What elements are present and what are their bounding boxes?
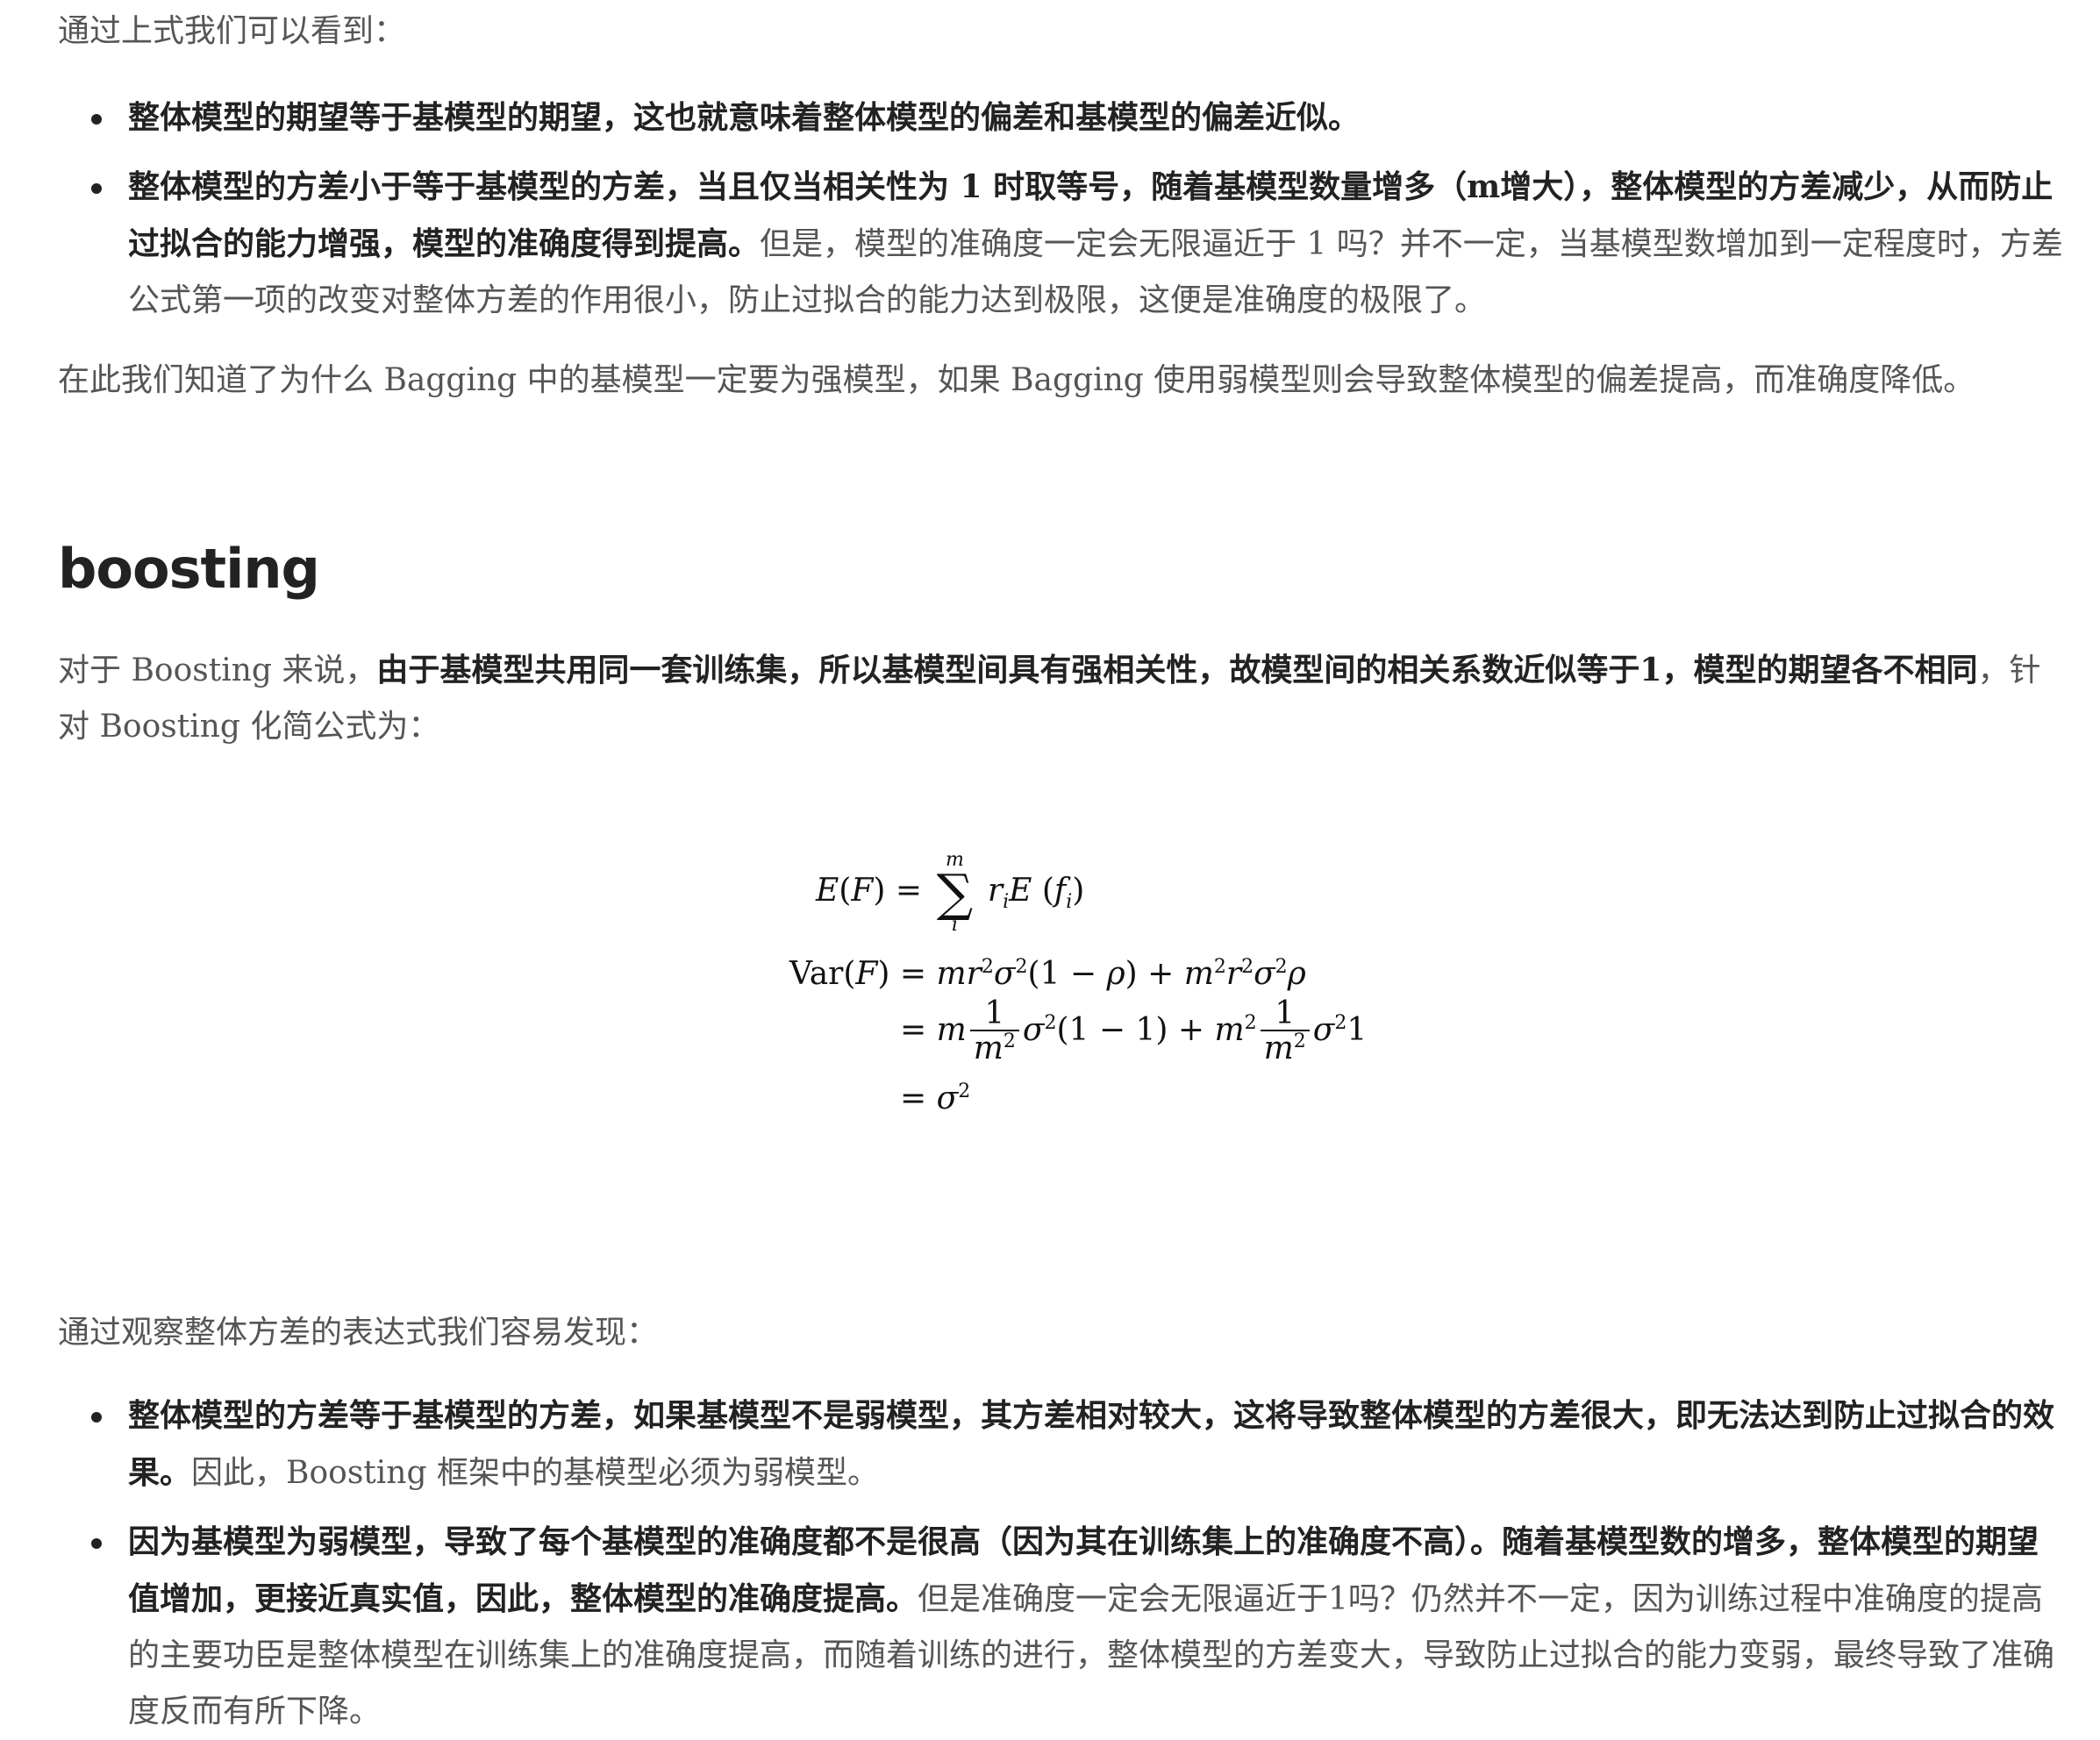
- formula-row-expectation: E(F) = m ∑ i riE (fi): [816, 849, 1085, 936]
- formula-row-variance: Var(F) = mr2σ2(1 − ρ) + m2r2σ2ρ: [789, 956, 1306, 992]
- list-item: 整体模型的期望等于基模型的期望，这也就意味着整体模型的偏差和基模型的偏差近似。: [58, 89, 2067, 146]
- bagging-point-1-bold: 整体模型的期望等于基模型的期望，这也就意味着整体模型的偏差和基模型的偏差近似。: [128, 99, 1361, 136]
- list-item: 整体模型的方差小于等于基模型的方差，当且仅当相关性为 1 时取等号，随着基模型数…: [58, 159, 2067, 329]
- boosting-points-list: 整体模型的方差等于基模型的方差，如果基模型不是弱模型，其方差相对较大，这将导致整…: [58, 1387, 2067, 1740]
- sum-symbol: m ∑ i: [936, 849, 974, 936]
- list-item: 整体模型的方差等于基模型的方差，如果基模型不是弱模型，其方差相对较大，这将导致整…: [58, 1387, 2067, 1501]
- section-heading-boosting: boosting: [58, 537, 320, 601]
- boosting-intro-bold: 由于基模型共用同一套训练集，所以基模型间具有强相关性，故模型间的相关系数近似等于…: [376, 652, 1978, 688]
- boosting-intro: 对于 Boosting 来说，由于基模型共用同一套训练集，所以基模型间具有强相关…: [58, 642, 2067, 755]
- list-item: 因为基模型为弱模型，导致了每个基模型的准确度都不是很高（因为其在训练集上的准确度…: [58, 1514, 2067, 1740]
- formula-rhs-expectation: riE (fi): [987, 873, 1085, 914]
- formula-row-result: = σ2: [900, 1080, 971, 1116]
- formula-lhs-expectation: E(F): [816, 873, 886, 909]
- bagging-points-list: 整体模型的期望等于基模型的期望，这也就意味着整体模型的偏差和基模型的偏差近似。 …: [58, 89, 2067, 329]
- fraction-one-over-m-squared: 1 m2: [1260, 998, 1310, 1066]
- bagging-conclusion: 在此我们知道了为什么 Bagging 中的基模型一定要为强模型，如果 Baggi…: [58, 362, 1975, 398]
- formula-row-substitution: = m 1 m2 σ2(1 − 1) + m2 1 m2 σ21: [900, 995, 1368, 1066]
- boosting-formula: E(F) = m ∑ i riE (fi) Var(F) = mr2σ2(1 −…: [789, 849, 1367, 1123]
- boosting-point-1-plain: 因此，Boosting 框架中的基模型必须为弱模型。: [191, 1455, 879, 1491]
- observe-intro: 通过观察整体方差的表达式我们容易发现：: [58, 1315, 659, 1351]
- fraction-one-over-m-squared: 1 m2: [969, 998, 1019, 1066]
- boosting-intro-plain-start: 对于 Boosting 来说，: [58, 652, 377, 688]
- intro-text: 通过上式我们可以看到：: [58, 13, 406, 49]
